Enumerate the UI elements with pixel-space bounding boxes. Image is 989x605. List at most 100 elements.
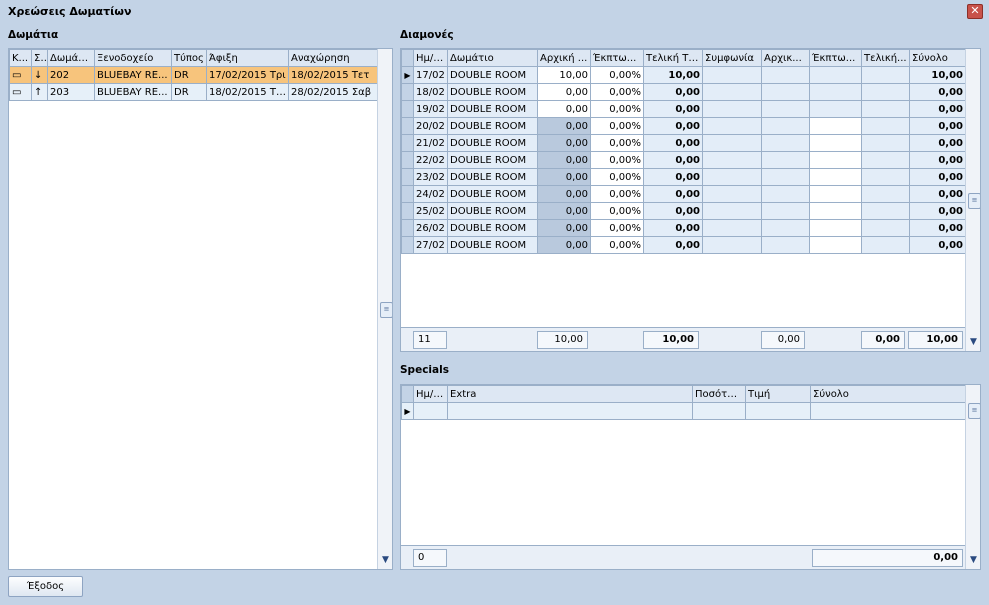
stay-agreement-final-cell[interactable] — [861, 117, 910, 135]
stay-discount-cell[interactable]: 0,00% — [590, 83, 644, 101]
stay-agreement-discount-cell[interactable] — [809, 117, 862, 135]
stay-final-price-cell[interactable]: 0,00 — [643, 219, 703, 237]
specials-new-row[interactable]: ▶ — [401, 402, 966, 420]
specials-quantity-cell[interactable] — [692, 402, 746, 420]
stay-agreement-discount-cell[interactable] — [809, 100, 862, 118]
stay-agreement-discount-cell[interactable] — [809, 66, 862, 84]
stay-agreement-final-cell[interactable] — [861, 151, 910, 169]
stay-initial-price-cell[interactable]: 0,00 — [537, 202, 591, 220]
stays-column-header[interactable]: Τελική... — [861, 49, 910, 67]
stay-date-cell[interactable]: 19/02 — [413, 100, 448, 118]
stay-final-price-cell[interactable]: 0,00 — [643, 117, 703, 135]
stay-final-price-cell[interactable]: 0,00 — [643, 100, 703, 118]
stay-date-cell[interactable]: 27/02 — [413, 236, 448, 254]
specials-column-header[interactable]: Extra — [447, 385, 693, 403]
stay-agreement-cell[interactable] — [702, 219, 762, 237]
stay-initial-price-cell[interactable]: 0,00 — [537, 168, 591, 186]
stay-agreement-cell[interactable] — [702, 151, 762, 169]
stay-agreement-initial-cell[interactable] — [761, 134, 810, 152]
stays-row[interactable]: 20/02 DOUBLE ROOM 0,00 0,00% 0,00 0,00 — [401, 117, 966, 135]
stay-discount-cell[interactable]: 0,00% — [590, 202, 644, 220]
stays-row[interactable]: 25/02 DOUBLE ROOM 0,00 0,00% 0,00 0,00 — [401, 202, 966, 220]
stay-room-cell[interactable]: DOUBLE ROOM — [447, 219, 538, 237]
stay-final-price-cell[interactable]: 0,00 — [643, 83, 703, 101]
stay-initial-price-cell[interactable]: 0,00 — [537, 100, 591, 118]
rooms-column-header[interactable]: Σ... — [31, 49, 48, 67]
stay-discount-cell[interactable]: 0,00% — [590, 185, 644, 203]
scroll-thumb[interactable]: ≡ — [968, 193, 980, 209]
stay-discount-cell[interactable]: 0,00% — [590, 168, 644, 186]
stay-agreement-initial-cell[interactable] — [761, 83, 810, 101]
stay-agreement-initial-cell[interactable] — [761, 185, 810, 203]
close-button[interactable]: ✕ — [967, 4, 983, 19]
stay-date-cell[interactable]: 20/02 — [413, 117, 448, 135]
stay-date-cell[interactable]: 21/02 — [413, 134, 448, 152]
stay-total-cell[interactable]: 0,00 — [909, 168, 966, 186]
stay-final-price-cell[interactable]: 0,00 — [643, 185, 703, 203]
room-room-cell[interactable]: 203 — [47, 83, 95, 101]
stay-agreement-discount-cell[interactable] — [809, 168, 862, 186]
stay-room-cell[interactable]: DOUBLE ROOM — [447, 168, 538, 186]
stays-row[interactable]: 27/02 DOUBLE ROOM 0,00 0,00% 0,00 0,00 — [401, 236, 966, 254]
stays-scrollbar[interactable]: ≡ ▼ — [965, 49, 980, 351]
stays-column-header[interactable]: Συμφωνία — [702, 49, 762, 67]
stay-date-cell[interactable]: 18/02 — [413, 83, 448, 101]
stay-room-cell[interactable]: DOUBLE ROOM — [447, 185, 538, 203]
specials-scrollbar[interactable]: ≡ ▼ — [965, 385, 980, 569]
scroll-thumb[interactable]: ≡ — [380, 302, 392, 318]
room-hotel-cell[interactable]: BLUEBAY RE... — [94, 83, 172, 101]
stay-discount-cell[interactable]: 0,00% — [590, 100, 644, 118]
stays-column-header[interactable]: Σύνολο — [909, 49, 966, 67]
stay-final-price-cell[interactable]: 0,00 — [643, 151, 703, 169]
rooms-column-header[interactable]: Άφιξη — [206, 49, 289, 67]
room-hotel-cell[interactable]: BLUEBAY RE... — [94, 66, 172, 84]
stay-final-price-cell[interactable]: 10,00 — [643, 66, 703, 84]
exit-button[interactable]: Έξοδος — [8, 576, 83, 597]
stay-agreement-cell[interactable] — [702, 83, 762, 101]
stay-total-cell[interactable]: 0,00 — [909, 100, 966, 118]
stay-room-cell[interactable]: DOUBLE ROOM — [447, 134, 538, 152]
stay-agreement-initial-cell[interactable] — [761, 151, 810, 169]
stays-row[interactable]: 22/02 DOUBLE ROOM 0,00 0,00% 0,00 0,00 — [401, 151, 966, 169]
stay-agreement-discount-cell[interactable] — [809, 236, 862, 254]
specials-date-cell[interactable] — [413, 402, 448, 420]
stay-discount-cell[interactable]: 0,00% — [590, 219, 644, 237]
room-departure-cell[interactable]: 28/02/2015 Σαβ — [288, 83, 378, 101]
stay-room-cell[interactable]: DOUBLE ROOM — [447, 151, 538, 169]
rooms-column-header[interactable]: Δωμάτιο — [47, 49, 95, 67]
rooms-column-header[interactable]: Ξενοδοχείο — [94, 49, 172, 67]
specials-column-header[interactable]: Σύνολο — [810, 385, 966, 403]
rooms-scrollbar[interactable]: ≡ ▼ — [377, 49, 392, 569]
stay-initial-price-cell[interactable]: 0,00 — [537, 117, 591, 135]
stay-agreement-discount-cell[interactable] — [809, 185, 862, 203]
stay-final-price-cell[interactable]: 0,00 — [643, 168, 703, 186]
stay-initial-price-cell[interactable]: 0,00 — [537, 219, 591, 237]
specials-total-cell[interactable] — [810, 402, 966, 420]
stay-agreement-discount-cell[interactable] — [809, 134, 862, 152]
stay-initial-price-cell[interactable]: 0,00 — [537, 236, 591, 254]
stay-room-cell[interactable]: DOUBLE ROOM — [447, 100, 538, 118]
stay-agreement-final-cell[interactable] — [861, 168, 910, 186]
room-type-cell[interactable]: DR — [171, 83, 207, 101]
stay-date-cell[interactable]: 23/02 — [413, 168, 448, 186]
room-departure-cell[interactable]: 18/02/2015 Τετ — [288, 66, 378, 84]
stay-agreement-final-cell[interactable] — [861, 236, 910, 254]
specials-column-header[interactable]: Ημ/νία — [413, 385, 448, 403]
scroll-down-icon[interactable]: ▼ — [966, 335, 980, 350]
stay-final-price-cell[interactable]: 0,00 — [643, 202, 703, 220]
stays-column-header[interactable]: Έκπτω... — [590, 49, 644, 67]
stays-row[interactable]: ▶ 17/02 DOUBLE ROOM 10,00 0,00% 10,00 10,00 — [401, 66, 966, 84]
stay-total-cell[interactable]: 0,00 — [909, 83, 966, 101]
scroll-thumb[interactable]: ≡ — [968, 403, 980, 419]
stay-date-cell[interactable]: 25/02 — [413, 202, 448, 220]
stay-date-cell[interactable]: 26/02 — [413, 219, 448, 237]
stay-date-cell[interactable]: 24/02 — [413, 185, 448, 203]
stay-agreement-initial-cell[interactable] — [761, 100, 810, 118]
stay-agreement-discount-cell[interactable] — [809, 83, 862, 101]
stay-room-cell[interactable]: DOUBLE ROOM — [447, 66, 538, 84]
stay-room-cell[interactable]: DOUBLE ROOM — [447, 236, 538, 254]
stay-agreement-initial-cell[interactable] — [761, 168, 810, 186]
stay-agreement-cell[interactable] — [702, 134, 762, 152]
stay-agreement-cell[interactable] — [702, 168, 762, 186]
stay-discount-cell[interactable]: 0,00% — [590, 134, 644, 152]
